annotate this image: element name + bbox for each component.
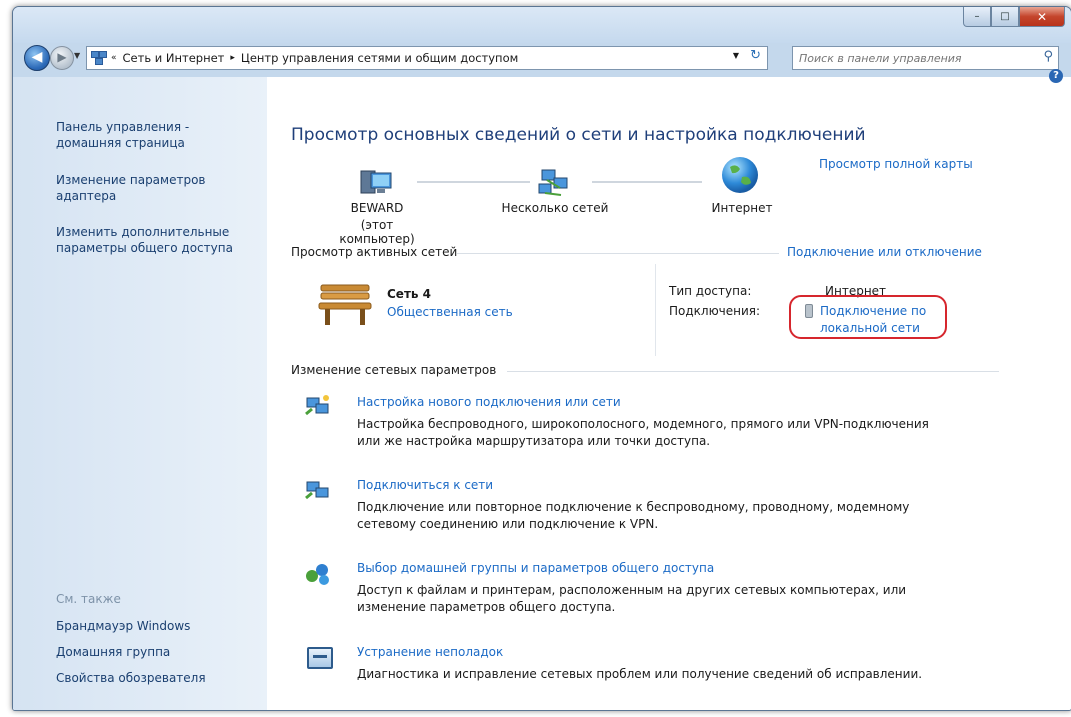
section-divider [457, 253, 779, 254]
bench-icon [317, 283, 373, 327]
highlight-oval [789, 295, 947, 339]
troubleshoot-icon [307, 647, 333, 669]
breadcrumb-overflow[interactable]: « [111, 53, 117, 63]
sidebar-item-homegroup[interactable]: Домашняя группа [56, 644, 256, 660]
full-map-link[interactable]: Просмотр полной карты [819, 157, 973, 171]
network-folder-icon [91, 51, 107, 65]
map-computer-sub: (этот компьютер) [339, 218, 415, 246]
section-divider [507, 371, 999, 372]
map-internet-label: Интернет [711, 201, 773, 215]
minimize-button[interactable]: – [963, 7, 991, 27]
connect-network-icon [304, 478, 332, 502]
network-type-link[interactable]: Общественная сеть [387, 305, 513, 319]
network-name: Сеть 4 [387, 287, 432, 301]
task-connect-network-desc-2: сетевому соединению или подключение к VP… [357, 517, 659, 531]
title-bar: – □ ✕ [13, 7, 1071, 43]
connections-label: Подключения: [669, 304, 761, 318]
map-computer-name: BEWARD [350, 201, 404, 215]
main-panel: ? Просмотр основных сведений о сети и на… [267, 69, 1071, 710]
sidebar-item-sharing-settings[interactable]: Изменить дополнительные параметры общего… [56, 224, 256, 256]
address-dropdown-icon[interactable]: ▼ [733, 51, 739, 60]
sidebar-item-firewall[interactable]: Брандмауэр Windows [56, 618, 256, 634]
search-box[interactable]: ⚲ [792, 46, 1059, 70]
task-homegroup-link[interactable]: Выбор домашней группы и параметров общег… [357, 561, 714, 575]
change-settings-header: Изменение сетевых параметров [291, 363, 497, 377]
refresh-icon[interactable]: ↻ [750, 48, 761, 63]
breadcrumb-separator-icon[interactable]: ▸ [230, 53, 235, 63]
task-homegroup-desc-1: Доступ к файлам и принтерам, расположенн… [357, 583, 907, 597]
sidebar-item-adapter-settings[interactable]: Изменение параметров адаптера [56, 172, 256, 204]
help-icon[interactable]: ? [1049, 69, 1063, 83]
task-connect-network-link[interactable]: Подключиться к сети [357, 478, 493, 492]
caption-buttons: – □ ✕ [963, 7, 1065, 27]
task-troubleshoot-link[interactable]: Устранение неполадок [357, 645, 503, 659]
access-type-label: Тип доступа: [669, 284, 752, 298]
new-connection-icon [304, 394, 332, 418]
breadcrumb-network-center[interactable]: Центр управления сетями и общим доступом [241, 51, 518, 65]
globe-icon [722, 157, 758, 193]
maximize-button[interactable]: □ [991, 7, 1019, 27]
control-panel-window: – □ ✕ ◀ ▶ ▼ « Сеть и Интернет ▸ Центр уп… [12, 6, 1071, 711]
computer-icon [359, 169, 393, 197]
sidebar-item-home[interactable]: Панель управления - домашняя страница [56, 119, 256, 151]
active-networks-header: Просмотр активных сетей [291, 245, 458, 259]
vertical-divider [655, 264, 656, 356]
task-new-connection-desc-1: Настройка беспроводного, широкополосного… [357, 417, 929, 431]
navigation-bar: ◀ ▶ ▼ « Сеть и Интернет ▸ Центр управлен… [13, 43, 1071, 73]
search-input[interactable] [797, 48, 1021, 68]
map-link-line [592, 181, 702, 183]
task-new-connection-desc-2: или же настройка маршрутизатора или точк… [357, 434, 711, 448]
left-sidebar: Панель управления - домашняя страница Из… [13, 77, 267, 710]
forward-button[interactable]: ▶ [50, 46, 74, 70]
network-icon [537, 167, 571, 199]
task-new-connection-link[interactable]: Настройка нового подключения или сети [357, 395, 621, 409]
task-homegroup-desc-2: изменение параметров общего доступа. [357, 600, 616, 614]
search-icon[interactable]: ⚲ [1043, 49, 1053, 64]
address-bar[interactable]: « Сеть и Интернет ▸ Центр управления сет… [86, 46, 768, 70]
content-area: Панель управления - домашняя страница Из… [13, 69, 1071, 710]
recent-pages-dropdown-icon[interactable]: ▼ [74, 51, 80, 60]
see-also-label: См. также [56, 592, 121, 606]
task-connect-network-desc-1: Подключение или повторное подключение к … [357, 500, 910, 514]
close-button[interactable]: ✕ [1019, 7, 1065, 27]
connect-disconnect-link[interactable]: Подключение или отключение [787, 245, 982, 259]
breadcrumb-network-internet[interactable]: Сеть и Интернет [123, 51, 225, 65]
map-network-label: Несколько сетей [501, 201, 609, 215]
homegroup-icon [304, 562, 332, 586]
sidebar-item-internet-options[interactable]: Свойства обозревателя [56, 670, 256, 686]
map-link-line [417, 181, 530, 183]
task-troubleshoot-desc-1: Диагностика и исправление сетевых пробле… [357, 667, 923, 681]
page-title: Просмотр основных сведений о сети и наст… [291, 125, 866, 145]
back-button[interactable]: ◀ [24, 45, 50, 71]
